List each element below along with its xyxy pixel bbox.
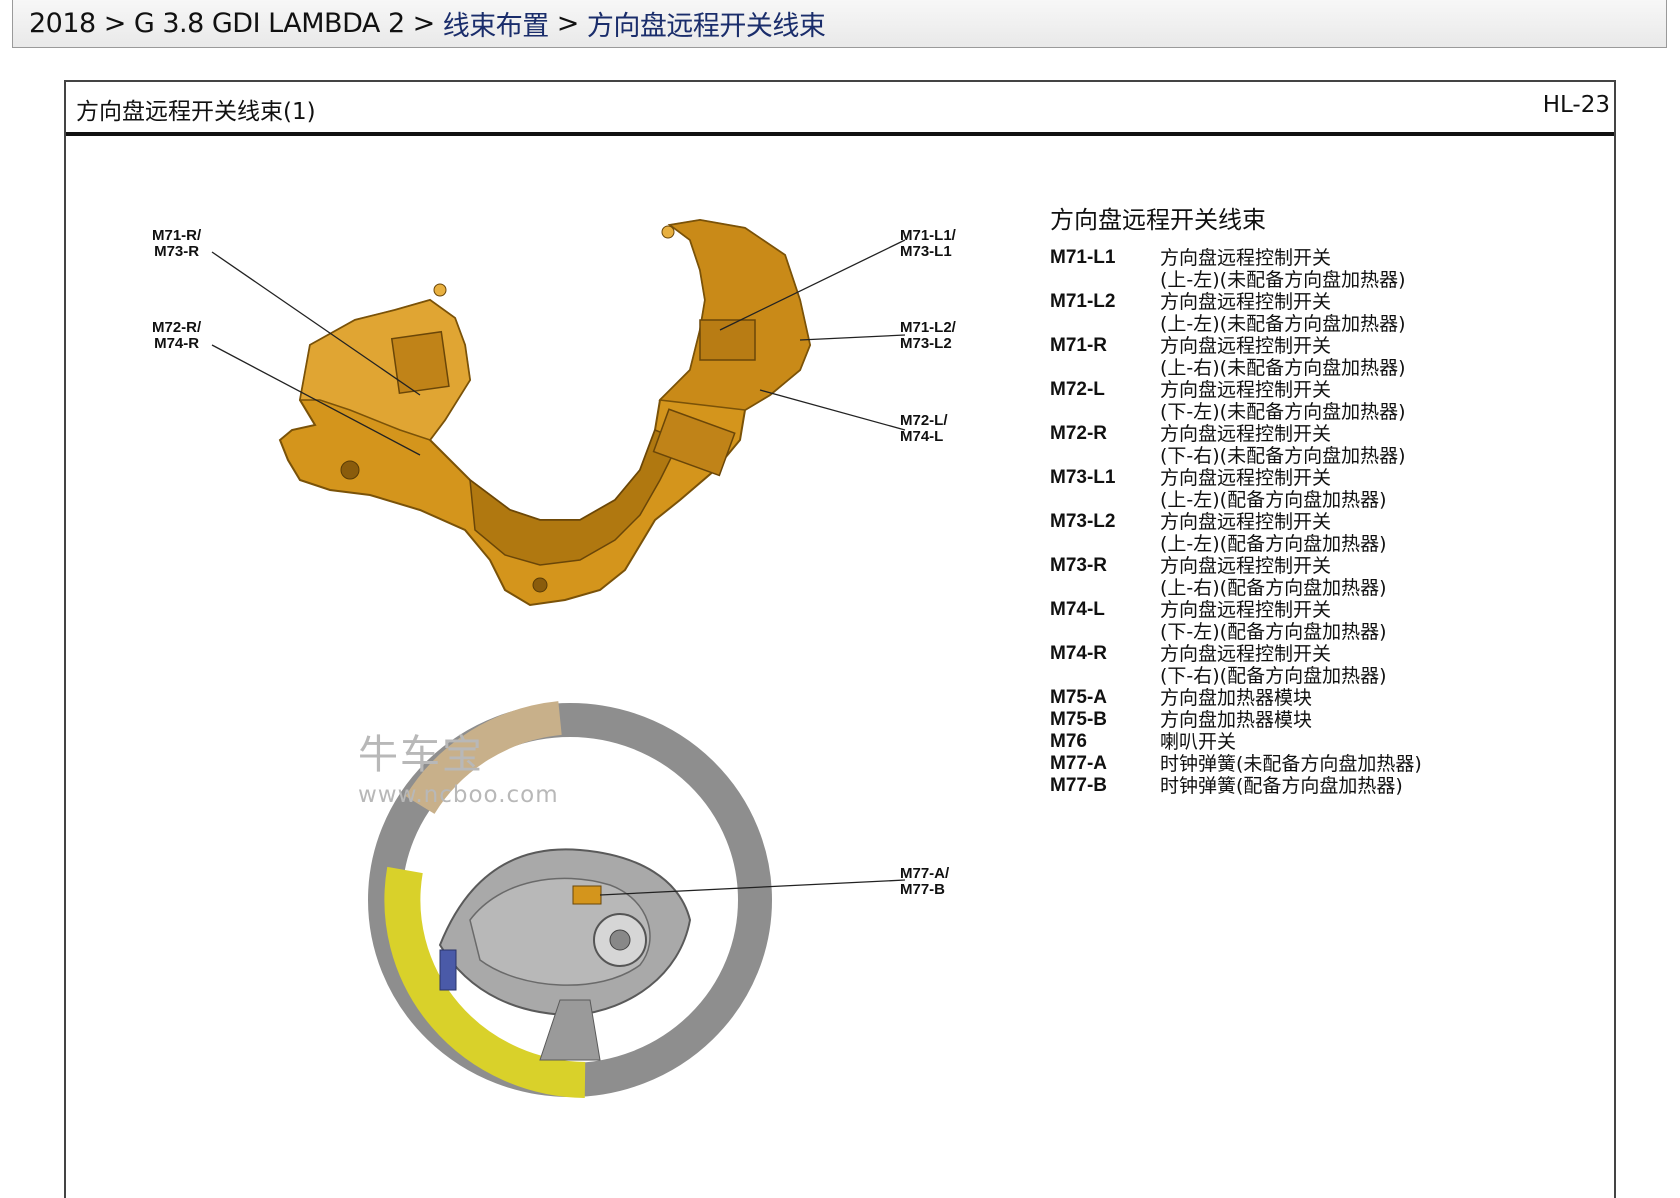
legend-connector-code: M75-A [1050, 687, 1108, 708]
legend-connector-description: 方向盘远程控制开关 (上-左)(未配备方向盘加热器) [1160, 291, 1650, 335]
watermark-name: 牛车宝 [358, 732, 484, 778]
callout-m72l-m74l: M72-L/ M74-L [900, 413, 948, 445]
legend-description-line: (下-右)(未配备方向盘加热器) [1160, 445, 1406, 467]
legend-connector-code: M71-L2 [1050, 291, 1116, 312]
callout-label: M77-B [900, 881, 946, 898]
legend-description-line: (上-左)(配备方向盘加热器) [1160, 489, 1387, 511]
legend-connector-description: 时钟弹簧(配备方向盘加热器) [1160, 775, 1650, 797]
legend-connector-code: M71-L1 [1050, 247, 1116, 268]
legend-connector-description: 方向盘加热器模块 [1160, 709, 1650, 731]
legend-connector-code: M73-L2 [1050, 511, 1116, 532]
legend-connector-description: 方向盘远程控制开关 (下-右)(配备方向盘加热器) [1160, 643, 1650, 687]
callout-m72r-m74r: M72-R/ M74-R [152, 320, 201, 352]
callout-label: M71-L2/ [900, 319, 956, 336]
callout-m77a-m77b: M77-A/ M77-B [900, 866, 949, 898]
legend-connector-code: M74-R [1050, 643, 1108, 664]
callout-label: M71-R/ [152, 227, 202, 244]
legend-description-line: 方向盘远程控制开关 [1160, 335, 1332, 357]
legend-entry: M76 喇叭开关 [1050, 731, 1650, 753]
legend-description-line: 时钟弹簧(未配备方向盘加热器) [1160, 753, 1422, 775]
legend-connector-description: 喇叭开关 [1160, 731, 1650, 753]
legend-connector-description: 方向盘远程控制开关 (上-左)(未配备方向盘加热器) [1160, 247, 1650, 291]
legend-connector-code: M76 [1050, 731, 1087, 752]
watermark: 牛车宝 www.ncboo.com [358, 722, 559, 808]
legend-connector-code: M73-R [1050, 555, 1108, 576]
legend-connector-code: M72-L [1050, 379, 1105, 400]
watermark-url: www.ncboo.com [358, 782, 559, 808]
legend-connector-code: M72-R [1050, 423, 1108, 444]
legend-description-line: 方向盘加热器模块 [1160, 687, 1313, 709]
callout-label: M74-R [154, 335, 200, 352]
legend-description-line: (上-右)(配备方向盘加热器) [1160, 577, 1387, 599]
legend-description-line: (上-左)(未配备方向盘加热器) [1160, 269, 1406, 291]
legend-entry: M71-L1 方向盘远程控制开关 (上-左)(未配备方向盘加热器) [1050, 247, 1650, 291]
callout-m71l1-m73l1: M71-L1/ M73-L1 [900, 228, 956, 260]
legend-connector-description: 方向盘远程控制开关 (下-左)(配备方向盘加热器) [1160, 599, 1650, 643]
legend-connector-description: 方向盘远程控制开关 (上-左)(配备方向盘加热器) [1160, 467, 1650, 511]
legend-entry: M77-B 时钟弹簧(配备方向盘加热器) [1050, 775, 1650, 797]
legend-description-line: 时钟弹簧(配备方向盘加热器) [1160, 775, 1403, 797]
legend-connector-description: 方向盘远程控制开关 (下-左)(未配备方向盘加热器) [1160, 379, 1650, 423]
legend-connector-code: M77-B [1050, 775, 1108, 796]
callout-label: M72-R/ [152, 319, 202, 336]
legend-entry: M73-L1 方向盘远程控制开关 (上-左)(配备方向盘加热器) [1050, 467, 1650, 511]
legend-entry: M74-L 方向盘远程控制开关 (下-左)(配备方向盘加热器) [1050, 599, 1650, 643]
legend-connector-code: M75-B [1050, 709, 1108, 730]
legend-connector-code: M77-A [1050, 753, 1108, 774]
legend-entry: M75-B 方向盘加热器模块 [1050, 709, 1650, 731]
legend-entry: M71-L2 方向盘远程控制开关 (上-左)(未配备方向盘加热器) [1050, 291, 1650, 335]
callout-label: M72-L/ [900, 412, 948, 429]
legend-connector-code: M74-L [1050, 599, 1105, 620]
legend-description-line: 方向盘远程控制开关 [1160, 511, 1332, 533]
legend-entry: M73-L2 方向盘远程控制开关 (上-左)(配备方向盘加热器) [1050, 511, 1650, 555]
legend-description-line: 方向盘加热器模块 [1160, 709, 1313, 731]
callout-label: M74-L [900, 428, 944, 445]
legend-description-line: 方向盘远程控制开关 [1160, 379, 1332, 401]
legend-connector-description: 方向盘远程控制开关 (上-左)(配备方向盘加热器) [1160, 511, 1650, 555]
legend-description-line: (下-左)(配备方向盘加热器) [1160, 621, 1387, 643]
callout-label: M73-R [154, 243, 200, 260]
legend-entry: M73-R 方向盘远程控制开关 (上-右)(配备方向盘加热器) [1050, 555, 1650, 599]
callout-label: M73-L2 [900, 335, 952, 352]
legend-entry: M72-L 方向盘远程控制开关 (下-左)(未配备方向盘加热器) [1050, 379, 1650, 423]
legend-entry: M75-A 方向盘加热器模块 [1050, 687, 1650, 709]
legend-entry: M74-R 方向盘远程控制开关 (下-右)(配备方向盘加热器) [1050, 643, 1650, 687]
legend-description-line: 方向盘远程控制开关 [1160, 247, 1332, 269]
callout-label: M71-L1/ [900, 227, 956, 244]
legend-entry: M72-R 方向盘远程控制开关 (下-右)(未配备方向盘加热器) [1050, 423, 1650, 467]
legend-description-line: 方向盘远程控制开关 [1160, 599, 1332, 621]
legend-entry: M71-R 方向盘远程控制开关 (上-右)(未配备方向盘加热器) [1050, 335, 1650, 379]
legend-connector-description: 方向盘远程控制开关 (上-右)(未配备方向盘加热器) [1160, 335, 1650, 379]
legend-description-line: (上-左)(未配备方向盘加热器) [1160, 313, 1406, 335]
legend-description-line: 方向盘远程控制开关 [1160, 291, 1332, 313]
legend-entry: M77-A 时钟弹簧(未配备方向盘加热器) [1050, 753, 1650, 775]
callout-m71r-m73r: M71-R/ M73-R [152, 228, 201, 260]
legend-connector-description: 时钟弹簧(未配备方向盘加热器) [1160, 753, 1650, 775]
callout-m71l2-m73l2: M71-L2/ M73-L2 [900, 320, 956, 352]
legend-description-line: (下-左)(未配备方向盘加热器) [1160, 401, 1406, 423]
legend-list: M71-L1 方向盘远程控制开关 (上-左)(未配备方向盘加热器) M71-L2 方向盘… [1050, 247, 1650, 797]
callout-label: M77-A/ [900, 865, 950, 882]
legend-description-line: 方向盘远程控制开关 [1160, 643, 1332, 665]
legend-title: 方向盘远程开关线束 [1050, 206, 1266, 234]
legend-connector-code: M71-R [1050, 335, 1108, 356]
legend-description-line: (下-右)(配备方向盘加热器) [1160, 665, 1387, 687]
callout-label: M73-L1 [900, 243, 952, 260]
legend-connector-description: 方向盘远程控制开关 (下-右)(未配备方向盘加热器) [1160, 423, 1650, 467]
legend-description-line: 方向盘远程控制开关 [1160, 467, 1332, 489]
steering-switch-harness-illustration [278, 218, 812, 607]
legend-description-line: (上-左)(配备方向盘加热器) [1160, 533, 1387, 555]
legend-description-line: 方向盘远程控制开关 [1160, 423, 1332, 445]
legend-connector-description: 方向盘远程控制开关 (上-右)(配备方向盘加热器) [1160, 555, 1650, 599]
connector-legend: 方向盘远程开关线束 M71-L1 方向盘远程控制开关 (上-左)(未配备方向盘加热器… [1050, 200, 1650, 797]
legend-description-line: 方向盘远程控制开关 [1160, 555, 1332, 577]
legend-description-line: 喇叭开关 [1160, 731, 1237, 753]
legend-description-line: (上-右)(未配备方向盘加热器) [1160, 357, 1406, 379]
legend-connector-description: 方向盘加热器模块 [1160, 687, 1650, 709]
legend-connector-code: M73-L1 [1050, 467, 1116, 488]
